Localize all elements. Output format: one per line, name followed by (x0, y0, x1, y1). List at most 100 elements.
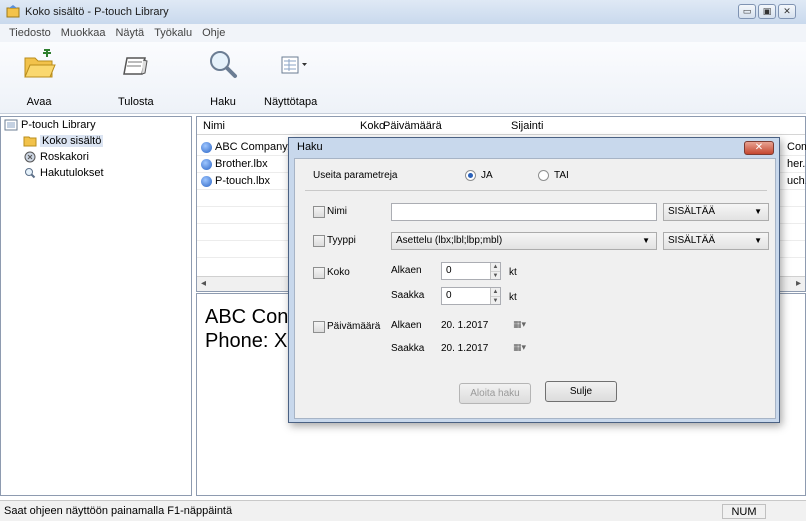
tree-item-results[interactable]: Hakutulokset (23, 167, 104, 179)
tree-item-results-label: Hakutulokset (40, 167, 104, 179)
name-input[interactable] (391, 203, 657, 221)
date-to-value[interactable]: 20. 1.2017 (441, 343, 488, 354)
search-results-icon (25, 168, 36, 179)
date-to-label: Saakka (391, 343, 425, 354)
menu-file[interactable]: Tiedosto (4, 27, 56, 39)
size-to-label: Saakka (391, 290, 425, 301)
print-label: Tulosta (118, 96, 154, 108)
file-name: Brother.lbx (215, 158, 268, 170)
file-name: ABC Company.lb (215, 141, 299, 153)
size-from-unit: kt (509, 267, 517, 278)
size-to-unit: kt (509, 292, 517, 303)
menu-help[interactable]: Ohje (197, 27, 230, 39)
status-message: Saat ohjeen näyttöön painamalla F1-näppä… (4, 505, 233, 517)
toolbar: Avaa Tulosta Haku Näyttötapa (0, 42, 806, 114)
library-icon (4, 119, 18, 131)
list-header: Nimi Koko Päivämäärä Sijainti (197, 117, 805, 135)
close-window-button[interactable]: ✕ (778, 4, 796, 19)
multi-param-label: Useita parametreja (313, 170, 398, 181)
scroll-right-icon[interactable]: ▸ (796, 278, 801, 289)
view-mode-icon (281, 56, 307, 74)
date-from-value[interactable]: 20. 1.2017 (441, 320, 488, 331)
tree-item-trash[interactable]: Roskakori (23, 151, 89, 163)
radio-or[interactable] (538, 170, 549, 181)
view-mode-label: Näyttötapa (264, 96, 318, 108)
minimize-button[interactable]: ▭ (738, 4, 756, 19)
type-label: Tyyppi (327, 235, 356, 246)
library-tree: P-touch Library Koko sisältö Roskakori H… (0, 116, 192, 496)
search-button[interactable]: Haku (206, 48, 240, 108)
trash-icon (24, 151, 36, 163)
menu-bar: Tiedosto Muokkaa Näytä Työkalu Ohje (0, 24, 806, 42)
tree-root[interactable]: P-touch Library (4, 119, 96, 131)
size-from-input[interactable]: 0 ▲ ▼ (441, 262, 501, 280)
tree-item-all[interactable]: Koko sisältö (23, 135, 104, 147)
dialog-close-button[interactable]: ✕ (744, 141, 774, 155)
file-location: her.lbx (787, 158, 806, 170)
type-mode-select[interactable]: SISÄLTÄÄ ▼ (663, 232, 769, 250)
calendar-dropdown-icon[interactable]: ▦▾ (513, 342, 526, 353)
maximize-button[interactable]: ▣ (758, 4, 776, 19)
type-select[interactable]: Asettelu (lbx;lbl;lbp;mbl) ▼ (391, 232, 657, 250)
radio-and-label: JA (481, 170, 493, 181)
column-date[interactable]: Päivämäärä (383, 120, 442, 132)
size-to-input[interactable]: 0 ▲ ▼ (441, 287, 501, 305)
tree-root-label: P-touch Library (21, 119, 96, 131)
status-bar: Saat ohjeen näyttöön painamalla F1-näppä… (0, 500, 806, 521)
app-window: Koko sisältö - P-touch Library ▭ ▣ ✕ Tie… (0, 0, 806, 521)
name-mode-select[interactable]: SISÄLTÄÄ ▼ (663, 203, 769, 221)
size-from-label: Alkaen (391, 265, 422, 276)
chevron-down-icon: ▼ (754, 236, 762, 245)
close-dialog-button[interactable]: Sulje (545, 381, 617, 402)
scroll-left-icon[interactable]: ◂ (201, 278, 206, 289)
chevron-down-icon: ▼ (754, 207, 762, 216)
name-mode-value: SISÄLTÄÄ (668, 206, 716, 217)
date-checkbox[interactable] (313, 321, 325, 333)
size-to-value: 0 (446, 290, 452, 301)
printer-icon (122, 57, 148, 75)
name-checkbox[interactable] (313, 206, 325, 218)
type-value: Asettelu (lbx;lbl;lbp;mbl) (396, 235, 503, 246)
start-search-button[interactable]: Aloita haku (459, 383, 531, 404)
tree-item-trash-label: Roskakori (40, 151, 89, 163)
dialog-title: Haku (297, 141, 323, 153)
type-mode-value: SISÄLTÄÄ (668, 235, 716, 246)
radio-and[interactable] (465, 170, 476, 181)
search-dialog: Haku ✕ Useita parametreja JA TAI Nimi SI… (288, 137, 780, 423)
size-label: Koko (327, 267, 350, 278)
file-icon (201, 176, 212, 187)
column-location[interactable]: Sijainti (511, 120, 543, 132)
calendar-dropdown-icon[interactable]: ▦▾ (513, 319, 526, 330)
print-button[interactable]: Tulosta (118, 48, 154, 108)
date-from-label: Alkaen (391, 320, 422, 331)
search-icon (210, 51, 237, 78)
type-checkbox[interactable] (313, 235, 325, 247)
menu-view[interactable]: Näytä (110, 27, 149, 39)
app-icon (6, 5, 20, 18)
dialog-separator (305, 190, 767, 191)
dialog-body: Useita parametreja JA TAI Nimi SISÄLTÄÄ … (294, 158, 776, 419)
file-location: Comp (787, 141, 806, 153)
menu-tools[interactable]: Työkalu (149, 27, 197, 39)
size-from-value: 0 (446, 265, 452, 276)
num-lock-indicator: NUM (722, 504, 766, 519)
view-mode-button[interactable]: Näyttötapa (264, 48, 317, 108)
size-to-spinner[interactable]: ▲ ▼ (490, 288, 500, 304)
radio-or-label: TAI (554, 170, 569, 181)
name-label: Nimi (327, 206, 347, 217)
column-size[interactable]: Koko (360, 120, 385, 132)
title-bar: Koko sisältö - P-touch Library ▭ ▣ ✕ (0, 0, 806, 24)
size-checkbox[interactable] (313, 267, 325, 279)
open-button[interactable]: Avaa (22, 48, 56, 108)
file-name: P-touch.lbx (215, 175, 271, 187)
window-title: Koko sisältö - P-touch Library (25, 6, 169, 18)
file-icon (201, 142, 212, 153)
size-from-spinner[interactable]: ▲ ▼ (490, 263, 500, 279)
search-label: Haku (210, 96, 236, 108)
preview-line-1: ABC Con (205, 306, 289, 328)
chevron-down-icon: ▼ (642, 236, 650, 245)
column-name[interactable]: Nimi (203, 120, 225, 132)
menu-edit[interactable]: Muokkaa (56, 27, 111, 39)
tree-item-all-label: Koko sisältö (40, 135, 104, 147)
folder-open-icon (24, 49, 56, 78)
